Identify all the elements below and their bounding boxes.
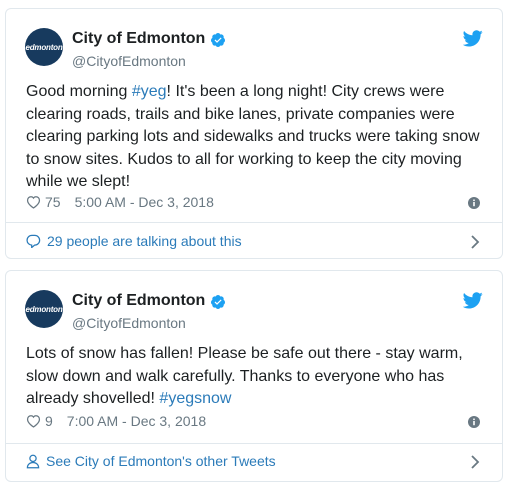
verified-badge-icon <box>210 33 225 47</box>
twitter-bird-icon[interactable] <box>463 30 483 47</box>
speech-bubble-icon <box>26 234 41 248</box>
tweet-card[interactable]: edmonton City of Edmonton @CityofEdmonto… <box>5 270 503 482</box>
hashtag-link[interactable]: #yegsnow <box>159 390 231 407</box>
tweet-text: Lots of snow has fallen! Please be safe … <box>26 343 492 411</box>
hashtag-link[interactable]: #yeg <box>132 83 167 100</box>
divider <box>6 222 502 223</box>
display-name[interactable]: City of Edmonton <box>72 292 205 310</box>
footer-link-label[interactable]: See City of Edmonton's other Tweets <box>46 453 276 469</box>
person-icon <box>26 454 40 468</box>
avatar[interactable]: edmonton <box>25 290 63 328</box>
info-icon[interactable] <box>468 197 480 209</box>
display-name[interactable]: City of Edmonton <box>72 30 205 48</box>
avatar-logo-text: edmonton <box>25 304 63 314</box>
like-count[interactable]: 9 <box>45 413 53 429</box>
heart-icon[interactable] <box>26 195 41 209</box>
tweet-meta: 75 5:00 AM - Dec 3, 2018 <box>26 194 214 210</box>
verified-badge-icon <box>210 295 225 309</box>
tweet-card[interactable]: edmonton City of Edmonton @CityofEdmonto… <box>5 8 503 259</box>
timestamp[interactable]: 5:00 AM - Dec 3, 2018 <box>75 194 214 210</box>
info-icon[interactable] <box>468 416 480 428</box>
footer-link-label[interactable]: 29 people are talking about this <box>47 233 242 249</box>
timestamp[interactable]: 7:00 AM - Dec 3, 2018 <box>67 413 206 429</box>
chevron-right-icon[interactable] <box>470 235 480 249</box>
chevron-right-icon[interactable] <box>470 455 480 469</box>
heart-icon[interactable] <box>26 414 41 428</box>
conversation-link[interactable]: 29 people are talking about this <box>26 233 242 249</box>
tweet-text: Good morning #yeg! It's been a long nigh… <box>26 81 492 194</box>
divider <box>6 443 502 444</box>
twitter-bird-icon[interactable] <box>463 292 483 309</box>
user-handle[interactable]: @CityofEdmonton <box>72 53 186 69</box>
tweet-text-part: Good morning <box>26 83 132 100</box>
like-count[interactable]: 75 <box>45 194 61 210</box>
tweet-text-part: Lots of snow has fallen! Please be safe … <box>26 345 463 407</box>
avatar-logo-text: edmonton <box>25 42 63 52</box>
user-handle[interactable]: @CityofEdmonton <box>72 315 186 331</box>
avatar[interactable]: edmonton <box>25 28 63 66</box>
tweet-meta: 9 7:00 AM - Dec 3, 2018 <box>26 413 206 429</box>
other-tweets-link[interactable]: See City of Edmonton's other Tweets <box>26 453 276 469</box>
